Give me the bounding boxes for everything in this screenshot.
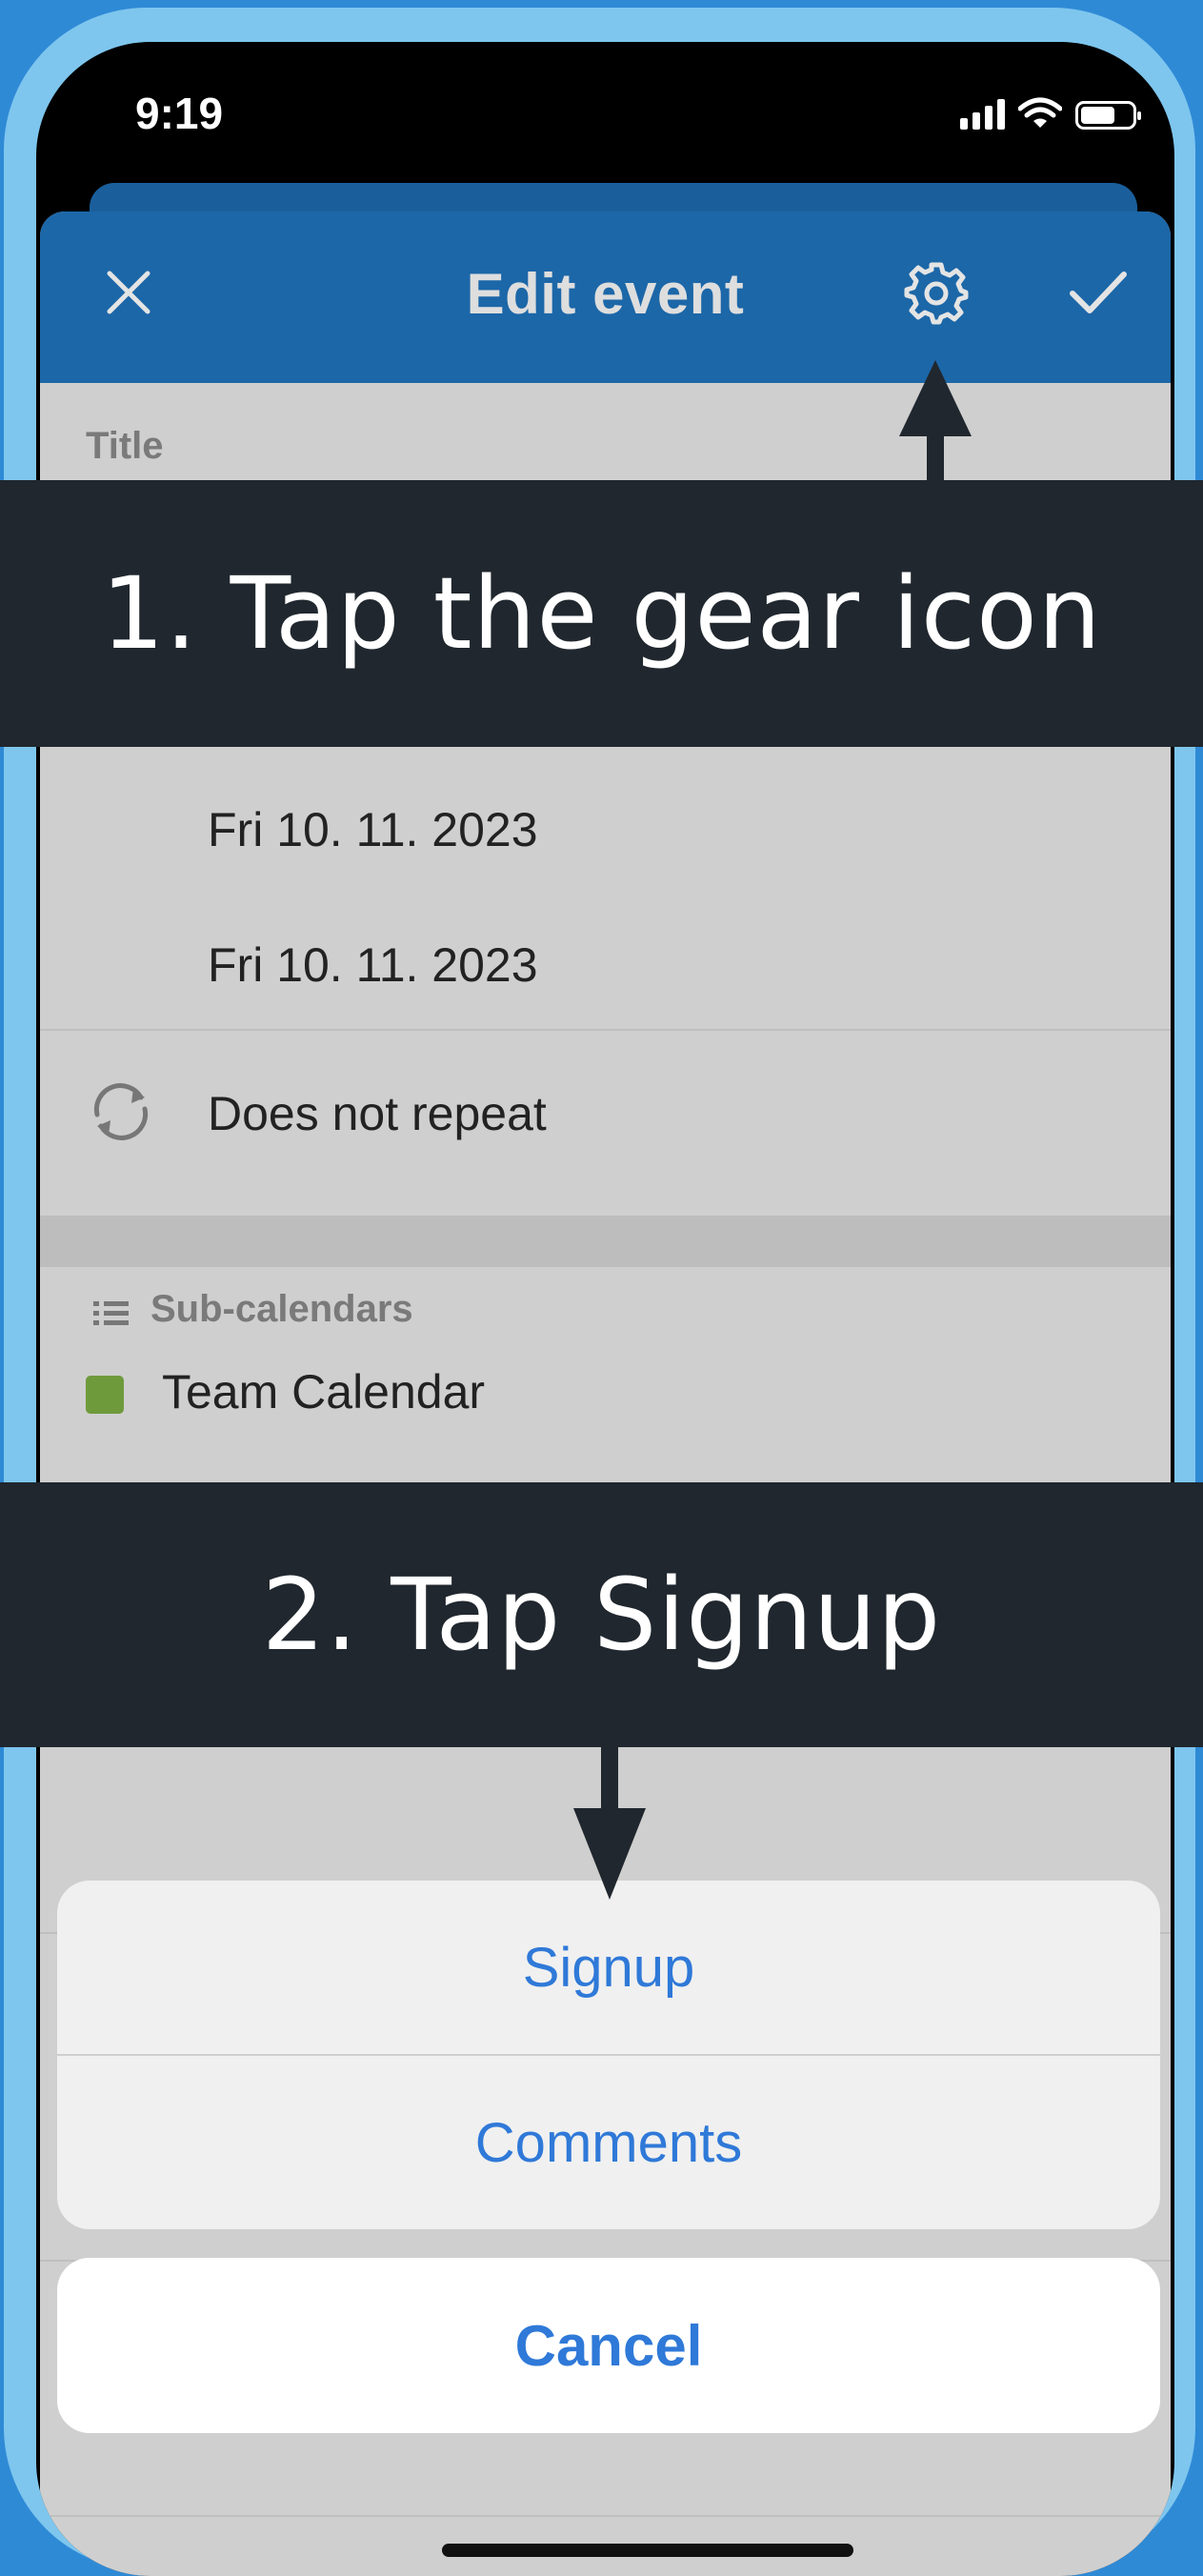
section-gap [40, 1216, 1171, 1267]
status-time: 9:19 [135, 89, 224, 138]
start-date-field[interactable]: Fri 10. 11. 2023 [208, 802, 538, 857]
repeat-icon [93, 1083, 149, 1140]
instruction-banner-2: 2. Tap Signup [0, 1482, 1203, 1747]
repeat-option[interactable]: Does not repeat [208, 1086, 547, 1141]
battery-icon [1075, 101, 1141, 130]
list-icon [93, 1301, 129, 1325]
status-icons [960, 97, 1141, 130]
arrow-shaft-up [927, 429, 944, 482]
divider [40, 1029, 1171, 1031]
home-indicator [442, 2544, 853, 2557]
status-bar: 9:19 [36, 42, 1174, 185]
comments-option[interactable]: Comments [57, 2056, 1160, 2229]
arrow-up-icon [899, 360, 972, 436]
gear-icon [904, 262, 969, 325]
end-date-field[interactable]: Fri 10. 11. 2023 [208, 937, 538, 993]
page-title: Edit event [466, 262, 745, 326]
header-bar: Edit event [40, 211, 1171, 383]
action-sheet: Signup Comments [57, 1881, 1160, 2229]
title-field-label: Title [86, 425, 164, 467]
subcalendars-label: Sub-calendars [150, 1288, 413, 1330]
subcalendar-item[interactable]: Team Calendar [162, 1364, 485, 1419]
checkmark-icon [1070, 272, 1127, 313]
wifi-icon [1018, 97, 1062, 128]
cancel-button[interactable]: Cancel [57, 2258, 1160, 2433]
settings-button[interactable] [893, 250, 979, 335]
subcalendar-color-swatch [86, 1376, 124, 1414]
arrow-shaft-down [601, 1745, 618, 1814]
cellular-signal-icon [960, 99, 1005, 130]
signup-option[interactable]: Signup [57, 1881, 1160, 2054]
instruction-banner-1: 1. Tap the gear icon [0, 480, 1203, 747]
save-button[interactable] [1055, 250, 1141, 335]
instruction-step-2: 2. Tap Signup [261, 1557, 942, 1673]
instruction-step-1: 1. Tap the gear icon [101, 555, 1102, 672]
arrow-down-icon [573, 1808, 646, 1900]
divider [40, 2515, 1171, 2517]
